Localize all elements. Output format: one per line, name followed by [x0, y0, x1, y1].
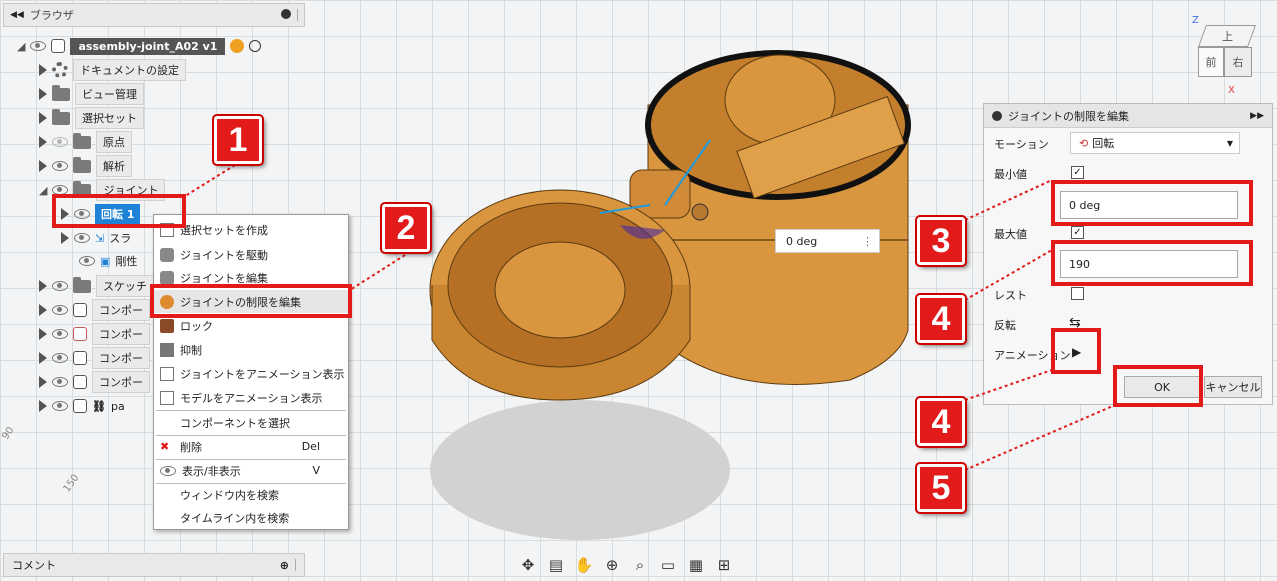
callout-2: 2 [382, 204, 430, 252]
highlight-min-value [1051, 180, 1253, 226]
highlight-joint-item [52, 194, 186, 228]
callout-3: 3 [917, 217, 965, 265]
callout-4b: 4 [917, 398, 965, 446]
highlight-edit-limits [150, 284, 352, 318]
highlight-play [1051, 328, 1101, 374]
highlight-ok [1113, 365, 1203, 407]
callout-1: 1 [214, 116, 262, 164]
callout-4a: 4 [917, 295, 965, 343]
highlight-max-value [1051, 240, 1253, 286]
callout-5: 5 [917, 464, 965, 512]
